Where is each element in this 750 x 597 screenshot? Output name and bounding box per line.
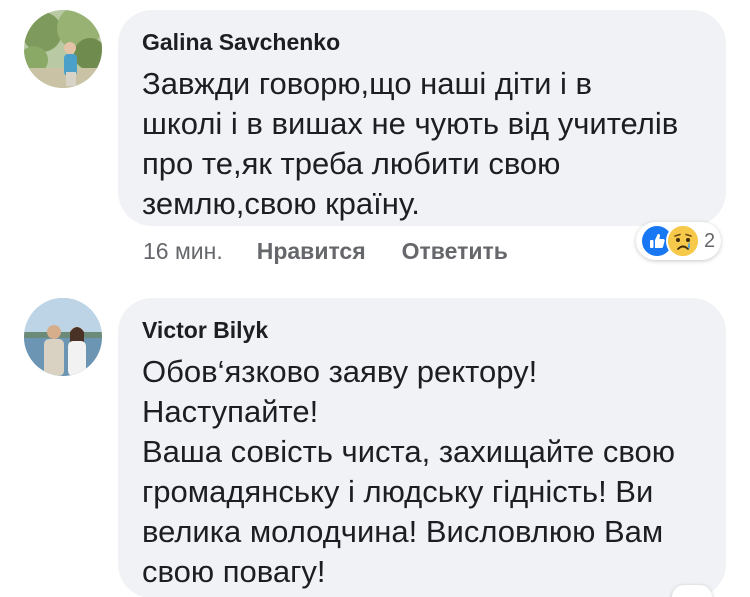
- like-button[interactable]: Нравится: [257, 236, 366, 266]
- comment-text: Завжди говорю,що наші діти і в школі і в…: [142, 66, 679, 221]
- comments-thread: Galina Savchenko Завжди говорю,що наші д…: [0, 0, 750, 597]
- reactions-summary[interactable]: [672, 585, 712, 597]
- sad-icon: [666, 224, 700, 258]
- comment-bubble: Galina Savchenko Завжди говорю,що наші д…: [118, 10, 726, 226]
- comment-text: Обов‘язково заяву ректору! Наступайте! В…: [142, 354, 675, 589]
- reaction-count: 2: [704, 229, 716, 252]
- avatar[interactable]: [24, 298, 102, 376]
- reactions-summary[interactable]: 2: [636, 222, 722, 260]
- comment-timestamp[interactable]: 16 мин.: [143, 236, 223, 266]
- reply-button[interactable]: Ответить: [402, 236, 508, 266]
- avatar[interactable]: [24, 10, 102, 88]
- comment-bubble: Victor Bilyk Обов‘язково заяву ректору! …: [118, 298, 726, 597]
- comment-actions: 16 мин. Нравится Ответить: [143, 236, 544, 266]
- comment-author[interactable]: Galina Savchenko: [142, 28, 700, 56]
- comment-author[interactable]: Victor Bilyk: [142, 316, 700, 344]
